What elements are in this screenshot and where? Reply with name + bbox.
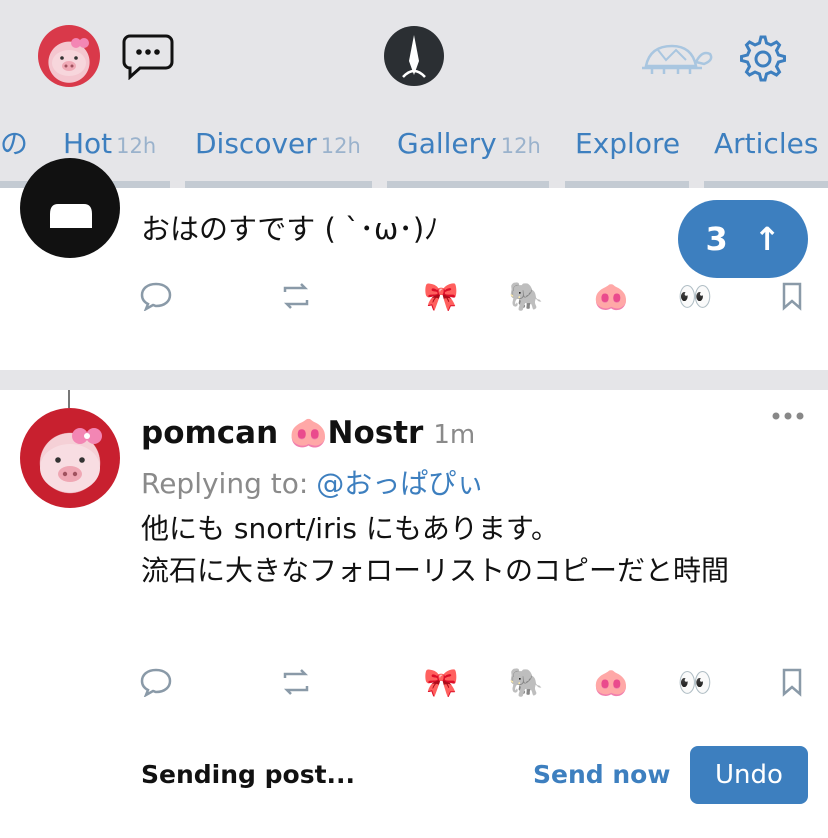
tab-timeframe: 12h bbox=[500, 134, 541, 158]
tab-label: Gallery bbox=[397, 127, 497, 160]
profile-avatar[interactable] bbox=[38, 25, 100, 87]
tab-underlines bbox=[0, 181, 828, 188]
tab-underline bbox=[387, 181, 549, 188]
post-separator bbox=[0, 370, 828, 390]
bookmark-icon[interactable] bbox=[772, 276, 812, 316]
settings-gear-icon[interactable] bbox=[736, 33, 786, 83]
mention-link[interactable]: @おっぱぴぃ bbox=[316, 467, 484, 500]
reply-icon[interactable] bbox=[136, 276, 176, 316]
app-screen: の Hot 12h Discover 12h Gallery 12h Explore … bbox=[0, 0, 828, 838]
more-options-icon[interactable] bbox=[768, 408, 808, 424]
tab-label: の bbox=[0, 127, 29, 160]
top-header: の Hot 12h Discover 12h Gallery 12h Explore … bbox=[0, 0, 828, 188]
tab-label: Hot bbox=[63, 127, 113, 160]
replying-to: Replying to: @おっぱぴぃ bbox=[141, 462, 484, 502]
reply-icon[interactable] bbox=[136, 662, 176, 702]
reaction-ribbon[interactable]: 🎀 bbox=[421, 276, 461, 316]
tab-label: Explore bbox=[575, 127, 681, 160]
reaction-elephant[interactable]: 🐘 bbox=[506, 276, 546, 316]
post-text-line: 流石に大きなフォローリストのコピーだと時間 bbox=[141, 554, 730, 587]
replying-label: Replying to: bbox=[141, 467, 309, 500]
feed-tabs: の Hot 12h Discover 12h Gallery 12h Explore … bbox=[0, 118, 828, 170]
repost-icon[interactable] bbox=[276, 662, 316, 702]
repost-icon[interactable] bbox=[276, 276, 316, 316]
new-posts-count: 3 bbox=[705, 220, 728, 258]
thread-line bbox=[68, 390, 70, 408]
reaction-ribbon[interactable]: 🎀 bbox=[421, 662, 461, 702]
reaction-pig-nose[interactable]: 🐽 bbox=[591, 276, 631, 316]
tab-timeframe: 12h bbox=[116, 134, 157, 158]
tab-underline bbox=[185, 181, 372, 188]
post-text: おはのすです ( ˋ･ω･)ﾉ bbox=[141, 212, 439, 246]
undo-button[interactable]: Undo bbox=[690, 746, 808, 804]
tab-explore[interactable]: Explore bbox=[575, 118, 680, 170]
post-actions: 🎀 🐘 🐽 👀 bbox=[0, 276, 828, 316]
arrow-up-icon: ↑ bbox=[753, 220, 781, 258]
new-posts-button[interactable]: 3 ↑ bbox=[678, 200, 808, 278]
post-time: 1m bbox=[433, 420, 476, 450]
bookmark-icon[interactable] bbox=[772, 662, 812, 702]
avatar[interactable] bbox=[20, 408, 120, 508]
post-text-line: 他にも snort/iris にもあります。 bbox=[141, 512, 560, 545]
reaction-eyes[interactable]: 👀 bbox=[675, 662, 715, 702]
app-logo[interactable] bbox=[383, 25, 445, 87]
tab-articles[interactable]: Articles bbox=[714, 118, 818, 170]
reaction-elephant[interactable]: 🐘 bbox=[506, 662, 546, 702]
tab-gallery[interactable]: Gallery 12h bbox=[397, 118, 541, 170]
feed-post[interactable]: pomcan 🐽Nostr 1m Replying to: @おっぱぴぃ 他にも s… bbox=[0, 390, 828, 750]
send-now-button[interactable]: Send now bbox=[533, 760, 670, 789]
tab-underline bbox=[704, 181, 828, 188]
post-text: 他にも snort/iris にもあります。 流石に大きなフォローリストのコピー… bbox=[141, 508, 729, 592]
avatar[interactable] bbox=[20, 158, 120, 258]
tab-underline bbox=[565, 181, 689, 188]
tab-timeframe: 12h bbox=[320, 134, 361, 158]
turtle-icon[interactable] bbox=[638, 38, 716, 78]
post-header: pomcan 🐽Nostr 1m bbox=[141, 414, 475, 451]
tab-label: Articles bbox=[714, 127, 819, 160]
messages-icon[interactable] bbox=[122, 32, 174, 80]
reaction-eyes[interactable]: 👀 bbox=[675, 276, 715, 316]
tab-discover[interactable]: Discover 12h bbox=[195, 118, 361, 170]
post-actions: 🎀 🐘 🐽 👀 bbox=[0, 662, 828, 702]
reaction-pig-nose[interactable]: 🐽 bbox=[591, 662, 631, 702]
sending-status: Sending post... bbox=[141, 760, 356, 789]
author-name[interactable]: pomcan 🐽Nostr bbox=[141, 415, 423, 451]
tab-label: Discover bbox=[195, 127, 317, 160]
